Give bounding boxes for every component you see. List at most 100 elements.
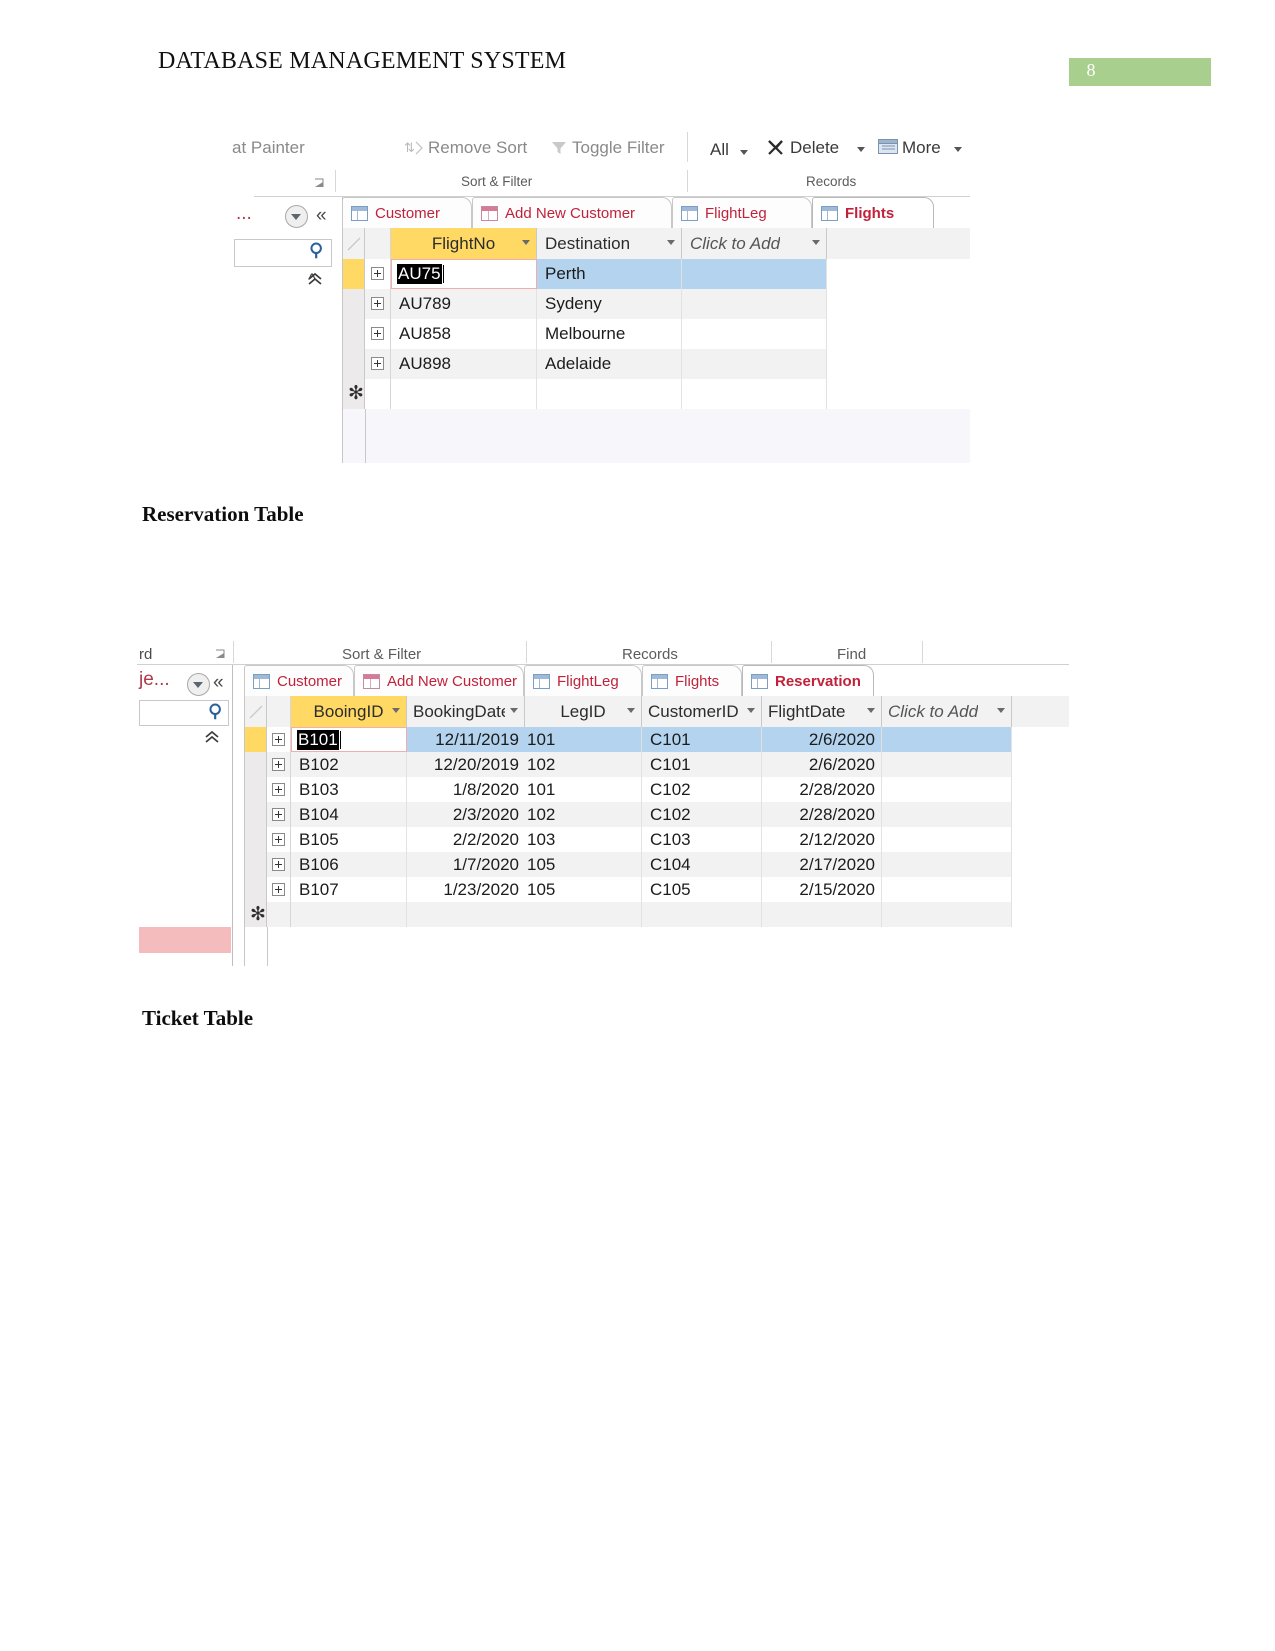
chevron-down-icon[interactable] xyxy=(997,708,1005,713)
search-icon[interactable] xyxy=(308,241,328,261)
cell-customerid[interactable]: C101 xyxy=(642,727,762,752)
toggle-filter-command[interactable]: Toggle Filter xyxy=(572,138,665,158)
cell-customerid[interactable]: C102 xyxy=(642,802,762,827)
chevron-down-icon[interactable] xyxy=(812,240,820,245)
cell-bookingdate[interactable]: 1/8/2020 xyxy=(407,777,525,802)
row-selector[interactable] xyxy=(245,852,267,877)
expand-plus-icon[interactable] xyxy=(371,357,384,370)
row-selector[interactable] xyxy=(245,752,267,777)
doc-tab-flightleg[interactable]: FlightLeg xyxy=(672,197,812,228)
doc-tab-flights[interactable]: Flights xyxy=(812,197,934,228)
expand-plus-icon[interactable] xyxy=(272,883,285,896)
cell-customerid[interactable]: C101 xyxy=(642,752,762,777)
cell-legid[interactable]: 101 xyxy=(525,777,642,802)
column-header-destination[interactable]: Destination xyxy=(537,228,682,259)
table-row[interactable]: AU898 Adelaide xyxy=(343,349,970,379)
cell-click-to-add[interactable] xyxy=(882,777,1012,802)
row-expand-cell[interactable] xyxy=(365,349,391,379)
cell-click-to-add[interactable] xyxy=(882,752,1012,777)
delete-dropdown-arrow-icon[interactable] xyxy=(857,147,865,152)
column-header-legid[interactable]: LegID xyxy=(525,696,642,727)
table-row[interactable]: B102 12/20/2019 102 C101 2/6/2020 xyxy=(245,752,1069,777)
chevron-down-icon[interactable] xyxy=(627,708,635,713)
cell-flightdate[interactable]: 2/6/2020 xyxy=(762,727,882,752)
cell-bookingdate[interactable]: 12/11/2019 xyxy=(407,727,525,752)
cell-booingid[interactable]: B103 xyxy=(291,777,407,802)
cell-click-to-add[interactable] xyxy=(682,319,827,349)
nav-pane-collapse-icon[interactable]: « xyxy=(316,206,327,225)
row-expand-cell[interactable] xyxy=(365,319,391,349)
cell-destination[interactable] xyxy=(537,379,682,409)
cell-flightdate[interactable]: 2/12/2020 xyxy=(762,827,882,852)
cell-flightdate[interactable]: 2/17/2020 xyxy=(762,852,882,877)
cell-click-to-add[interactable] xyxy=(882,902,1012,927)
doc-tab-add-new-customer[interactable]: Add New Customer xyxy=(354,665,524,696)
row-selector[interactable] xyxy=(343,259,365,289)
select-all-icon[interactable] xyxy=(249,705,263,719)
cell-bookingdate[interactable]: 12/20/2019 xyxy=(407,752,525,777)
cell-flightdate[interactable]: 2/6/2020 xyxy=(762,752,882,777)
cell-destination[interactable]: Sydeny xyxy=(537,289,682,319)
row-selector[interactable] xyxy=(245,827,267,852)
expand-plus-icon[interactable] xyxy=(371,297,384,310)
cell-legid[interactable]: 101 xyxy=(525,727,642,752)
cell-booingid[interactable]: B105 xyxy=(291,827,407,852)
row-expand-cell[interactable] xyxy=(267,827,291,852)
cell-flightdate[interactable] xyxy=(762,902,882,927)
row-selector[interactable] xyxy=(343,349,365,379)
select-all-icon[interactable] xyxy=(347,237,361,251)
format-painter-command[interactable]: at Painter xyxy=(232,138,305,158)
all-records-command[interactable]: All xyxy=(710,140,729,160)
cell-flightno[interactable]: AU898 xyxy=(391,349,537,379)
cell-click-to-add[interactable] xyxy=(882,802,1012,827)
row-selector[interactable] xyxy=(343,319,365,349)
expand-plus-icon[interactable] xyxy=(272,783,285,796)
row-expand-cell[interactable] xyxy=(267,877,291,902)
chevron-down-icon[interactable] xyxy=(667,240,675,245)
table-row[interactable]: B101 12/11/2019 101 C101 2/6/2020 xyxy=(245,727,1069,752)
cell-flightdate[interactable]: 2/28/2020 xyxy=(762,802,882,827)
cell-legid[interactable]: 102 xyxy=(525,802,642,827)
cell-destination[interactable]: Perth xyxy=(537,259,682,289)
cell-bookingdate[interactable] xyxy=(407,902,525,927)
cell-flightno[interactable] xyxy=(391,379,537,409)
double-chevron-up-icon[interactable] xyxy=(203,729,221,745)
cell-customerid[interactable] xyxy=(642,902,762,927)
cell-booingid[interactable]: B107 xyxy=(291,877,407,902)
all-dropdown-arrow-icon[interactable] xyxy=(740,150,748,155)
cell-click-to-add[interactable] xyxy=(882,877,1012,902)
row-selector[interactable] xyxy=(343,289,365,319)
doc-tab-add-new-customer[interactable]: Add New Customer xyxy=(472,197,672,228)
column-header-flightdate[interactable]: FlightDate xyxy=(762,696,882,727)
nav-pane-dropdown-icon[interactable] xyxy=(187,673,210,696)
cell-click-to-add[interactable] xyxy=(882,827,1012,852)
new-record-row[interactable]: ✻ xyxy=(343,379,970,409)
row-expand-cell[interactable] xyxy=(365,289,391,319)
doc-tab-reservation[interactable]: Reservation xyxy=(742,665,874,696)
cell-legid[interactable]: 105 xyxy=(525,877,642,902)
nav-pane-collapse-icon[interactable]: « xyxy=(213,673,224,692)
more-command[interactable]: More xyxy=(902,138,941,158)
cell-destination[interactable]: Adelaide xyxy=(537,349,682,379)
inline-edit-flightno[interactable]: AU75 xyxy=(391,259,537,289)
column-header-click-to-add[interactable]: Click to Add xyxy=(882,696,1012,727)
cell-booingid[interactable] xyxy=(291,902,407,927)
table-row[interactable]: B105 2/2/2020 103 C103 2/12/2020 xyxy=(245,827,1069,852)
cell-click-to-add[interactable] xyxy=(682,349,827,379)
doc-tab-flights[interactable]: Flights xyxy=(642,665,742,696)
cell-booingid[interactable]: B106 xyxy=(291,852,407,877)
cell-legid[interactable]: 103 xyxy=(525,827,642,852)
cell-click-to-add[interactable] xyxy=(882,727,1012,752)
chevron-down-icon[interactable] xyxy=(522,240,530,245)
table-row[interactable]: B103 1/8/2020 101 C102 2/28/2020 xyxy=(245,777,1069,802)
row-expand-cell[interactable] xyxy=(267,777,291,802)
row-selector[interactable] xyxy=(245,802,267,827)
cell-bookingdate[interactable]: 1/7/2020 xyxy=(407,852,525,877)
cell-click-to-add[interactable] xyxy=(882,852,1012,877)
cell-customerid[interactable]: C102 xyxy=(642,777,762,802)
more-dropdown-arrow-icon[interactable] xyxy=(954,147,962,152)
doc-tab-flightleg[interactable]: FlightLeg xyxy=(524,665,642,696)
cell-customerid[interactable]: C105 xyxy=(642,877,762,902)
chevron-down-icon[interactable] xyxy=(747,708,755,713)
cell-click-to-add[interactable] xyxy=(682,379,827,409)
